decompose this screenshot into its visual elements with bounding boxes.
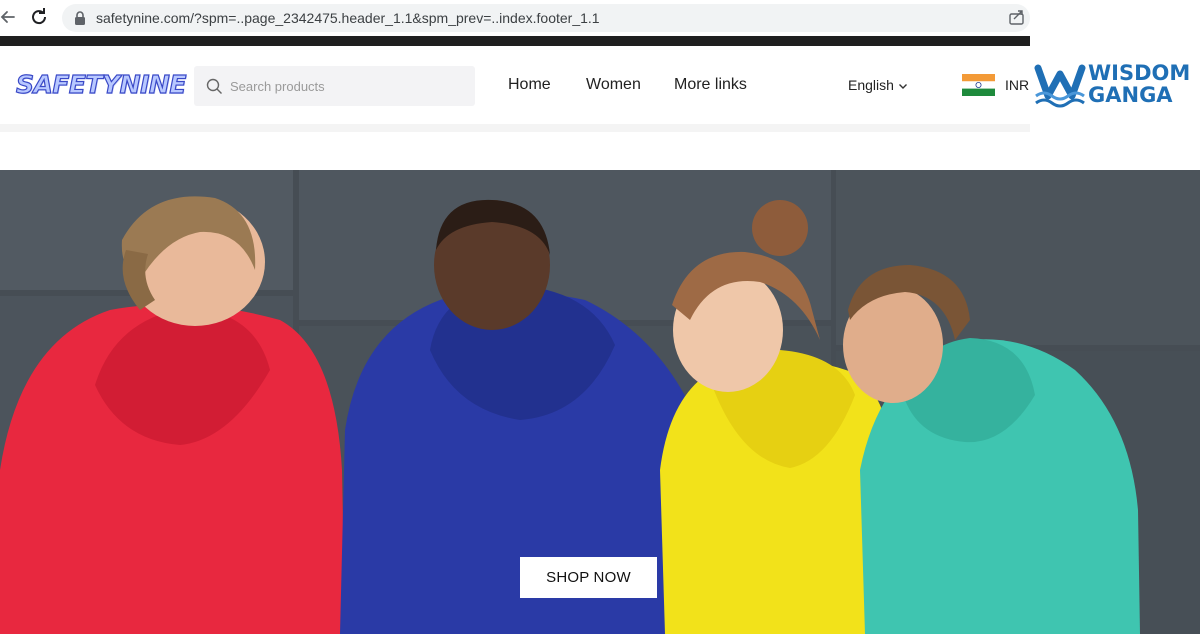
page: safetynine.com/?spm=..page_2342475.heade…: [0, 0, 1200, 634]
header-divider: [0, 124, 1030, 132]
nav-more-links[interactable]: More links: [674, 76, 747, 94]
back-arrow-icon[interactable]: [0, 6, 22, 28]
lock-icon[interactable]: [72, 10, 88, 26]
reload-icon[interactable]: [28, 6, 50, 28]
nav-home[interactable]: Home: [508, 76, 551, 94]
browser-toolbar: safetynine.com/?spm=..page_2342475.heade…: [0, 0, 1030, 36]
search-icon[interactable]: [206, 78, 223, 95]
language-selector[interactable]: English: [848, 77, 894, 93]
nav-women[interactable]: Women: [586, 76, 641, 94]
site-header: SAFETYNINE Home Women More links English…: [0, 46, 1030, 124]
address-bar[interactable]: safetynine.com/?spm=..page_2342475.heade…: [62, 4, 1030, 32]
hero-banner: SHOP NOW: [0, 170, 1200, 634]
wisdom-ganga-logo: [1034, 64, 1086, 108]
page-top-band: [0, 36, 1030, 46]
watermark: WISDOM GANGA: [1030, 0, 1200, 170]
shop-now-button[interactable]: SHOP NOW: [520, 557, 657, 598]
watermark-line-2: GANGA: [1088, 83, 1173, 107]
url-text[interactable]: safetynine.com/?spm=..page_2342475.heade…: [96, 10, 600, 26]
search-input[interactable]: [230, 74, 460, 98]
india-flag-icon[interactable]: [962, 74, 995, 96]
site-logo[interactable]: SAFETYNINE: [15, 69, 187, 99]
search-box[interactable]: [194, 66, 475, 106]
share-icon[interactable]: [1008, 8, 1026, 26]
watermark-text: WISDOM GANGA: [1088, 62, 1190, 106]
watermark-line-1: WISDOM: [1088, 61, 1191, 85]
currency-selector[interactable]: INR: [1005, 77, 1029, 93]
chevron-down-icon[interactable]: [897, 80, 909, 92]
